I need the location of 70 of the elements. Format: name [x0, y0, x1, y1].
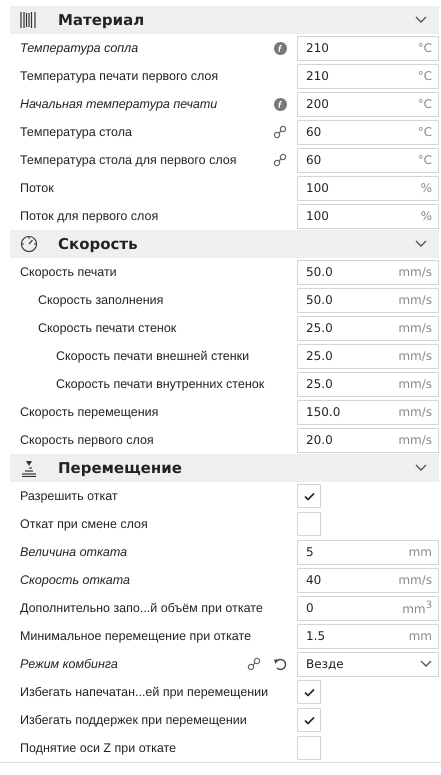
number-field[interactable]: 200 °C — [297, 92, 439, 116]
setting-label: Минимальное перемещение при откате — [20, 629, 252, 643]
number-field[interactable]: 210 °C — [297, 64, 439, 88]
section-title: Материал — [58, 11, 146, 29]
setting-label: Скорость первого слоя — [20, 433, 155, 447]
gauge-icon — [20, 235, 38, 253]
setting-label: Скорость печати стенок — [38, 321, 178, 335]
number-field[interactable]: 40 mm/s — [297, 568, 439, 592]
number-field[interactable]: 5 mm — [297, 540, 439, 564]
section-title: Перемещение — [58, 459, 183, 477]
nozzle-layers-icon — [20, 459, 38, 477]
function-icon[interactable] — [274, 98, 287, 110]
setting-label: Скорость печати внешней стенки — [56, 349, 250, 363]
number-field[interactable]: 100 % — [297, 176, 439, 200]
number-field[interactable]: 60 °C — [297, 148, 439, 172]
setting-label: Режим комбинга — [20, 657, 119, 671]
checkbox[interactable] — [297, 680, 321, 704]
checkmark-icon — [304, 688, 314, 696]
link-icon[interactable] — [273, 153, 287, 167]
setting-label: Скорость печати — [20, 265, 118, 279]
chevron-down-icon[interactable] — [415, 464, 427, 472]
chevron-down-icon — [420, 660, 432, 668]
number-field[interactable]: 100 % — [297, 204, 439, 228]
checkmark-icon — [304, 492, 314, 500]
checkbox[interactable] — [297, 484, 321, 508]
checkbox[interactable] — [297, 736, 321, 760]
checkmark-icon — [304, 716, 314, 724]
checkbox[interactable] — [297, 512, 321, 536]
setting-label: Разрешить откат — [20, 489, 119, 503]
function-icon[interactable] — [274, 42, 287, 54]
section-title: Скорость — [58, 235, 139, 253]
setting-label: Температура печати первого слоя — [20, 69, 220, 83]
setting-label: Скорость отката — [20, 573, 131, 587]
setting-label: Дополнительно запо...й объём при откате — [20, 601, 264, 615]
number-field[interactable]: 50.0 mm/s — [297, 288, 439, 312]
chevron-down-icon[interactable] — [415, 240, 427, 248]
setting-label: Величина отката — [20, 545, 128, 559]
link-icon[interactable] — [273, 125, 287, 139]
section-header[interactable]: Скорость — [10, 230, 439, 258]
setting-label: Поток для первого слоя — [20, 209, 160, 223]
dropdown[interactable]: Везде — [297, 652, 439, 676]
setting-label: Поток — [20, 181, 55, 195]
number-field[interactable]: 20.0 mm/s — [297, 428, 439, 452]
setting-label: Скорость печати внутренних стенок — [56, 377, 266, 391]
number-field[interactable]: 25.0 mm/s — [297, 344, 439, 368]
setting-label: Температура сопла — [20, 41, 140, 55]
number-field[interactable]: 50.0 mm/s — [297, 260, 439, 284]
filament-icon — [20, 11, 36, 29]
number-field[interactable]: 60 °C — [297, 120, 439, 144]
setting-label: Температура стола для первого слоя — [20, 153, 238, 167]
setting-label: Избегать напечатан...ей при перемещении — [20, 685, 270, 699]
reset-icon[interactable] — [273, 657, 287, 671]
number-field[interactable]: 210 °C — [297, 36, 439, 60]
number-field[interactable]: 1.5 mm — [297, 624, 439, 648]
chevron-down-icon[interactable] — [415, 16, 427, 24]
link-icon[interactable] — [247, 657, 261, 671]
number-field[interactable]: 25.0 mm/s — [297, 316, 439, 340]
setting-label: Начальная температура печати — [20, 97, 218, 111]
setting-label: Температура стола — [20, 125, 133, 139]
setting-label: Скорость перемещения — [20, 405, 160, 419]
section-header[interactable]: Перемещение — [10, 454, 439, 482]
number-field[interactable]: 0 mm$^{3}$ — [297, 596, 439, 620]
number-field[interactable]: 25.0 mm/s — [297, 372, 439, 396]
setting-label: Поднятие оси Z при откате — [20, 741, 178, 755]
number-field[interactable]: 150.0 mm/s — [297, 400, 439, 424]
setting-label: Избегать поддержек при перемещении — [20, 713, 248, 727]
section-header[interactable]: Материал — [10, 6, 439, 34]
checkbox[interactable] — [297, 708, 321, 732]
setting-label: Откат при смене слоя — [20, 517, 149, 531]
setting-label: Скорость заполнения — [38, 293, 164, 307]
